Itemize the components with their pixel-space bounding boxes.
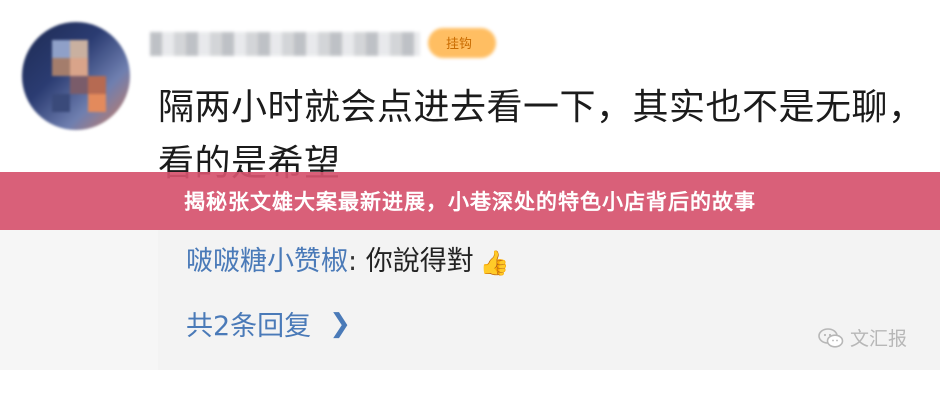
- comment-card: 挂钩 隔两小时就会点进去看一下，其实也不是无聊，看的是希望: [0, 0, 940, 184]
- username-blurred[interactable]: [150, 32, 420, 56]
- watermark: 文汇报: [818, 324, 907, 351]
- bottom-margin: [0, 370, 940, 400]
- wechat-icon: [818, 327, 844, 348]
- screenshot-image: 挂钩 隔两小时就会点进去看一下，其实也不是无聊，看的是希望 揭秘张文雄大案最新进…: [0, 0, 940, 400]
- banner-title: 揭秘张文雄大案最新进展，小巷深处的特色小店背后的故事: [184, 190, 756, 214]
- reply-separator: :: [348, 246, 358, 277]
- user-badge-label: 挂钩: [446, 37, 473, 52]
- watermark-text: 文汇报: [850, 328, 908, 350]
- title-banner: 揭秘张文雄大案最新进展，小巷深处的特色小店背后的故事: [0, 172, 940, 230]
- reply-item: 啵啵糖小赞椒: 你說得對 👍: [186, 244, 510, 281]
- more-replies-label: 共2条回复: [186, 311, 312, 342]
- chevron-right-icon: ❯: [329, 308, 351, 339]
- thumbs-up-icon: 👍: [479, 248, 510, 277]
- avatar[interactable]: [22, 22, 130, 130]
- more-replies-link[interactable]: 共2条回复 ❯: [186, 304, 351, 343]
- reply-content: 你說得對: [365, 246, 474, 277]
- reply-username[interactable]: 啵啵糖小赞椒: [186, 246, 348, 277]
